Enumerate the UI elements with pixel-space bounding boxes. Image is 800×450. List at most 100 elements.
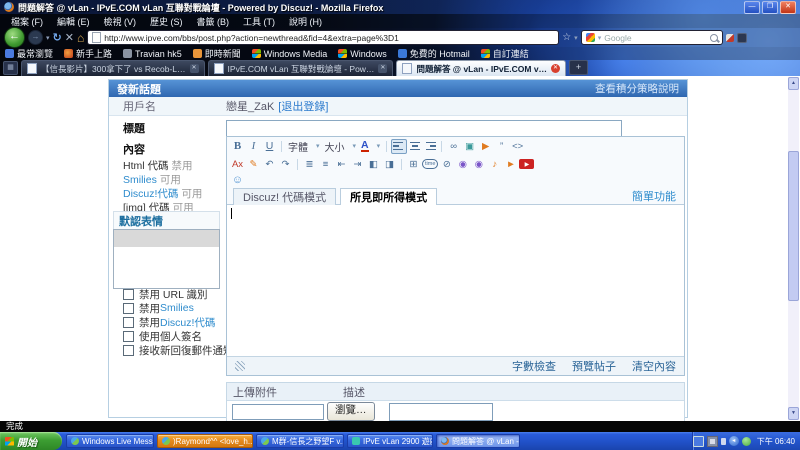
- stop-button[interactable]: ✕: [65, 31, 74, 44]
- ordered-list-icon[interactable]: ≣: [302, 157, 317, 171]
- bookmark-windows-media[interactable]: Windows Media: [252, 49, 328, 59]
- menu-history[interactable]: 歷史 (S): [143, 15, 190, 28]
- float-left-icon[interactable]: ◧: [366, 157, 381, 171]
- insert-flash-icon[interactable]: ▶: [478, 139, 493, 153]
- restore-button[interactable]: ❐: [762, 1, 778, 14]
- tab-2[interactable]: IPvE.COM vLan 互聯對戰論壇 - Pow… ✕: [208, 60, 394, 76]
- checkbox-icon[interactable]: [123, 317, 134, 328]
- resize-grip-icon[interactable]: [235, 361, 245, 371]
- bookmark-getting-started[interactable]: 新手上路: [64, 47, 112, 60]
- unordered-list-icon[interactable]: ≡: [318, 157, 333, 171]
- logout-link[interactable]: [退出登錄]: [278, 98, 328, 114]
- taskbar-button-game[interactable]: IPvE vLan 2900 遊戲...: [347, 434, 433, 448]
- insert-code-icon[interactable]: <>: [510, 139, 525, 153]
- tab-1[interactable]: 【信長影片】300拿下了 vs Recob-L… ✕: [21, 60, 205, 76]
- back-button[interactable]: ←: [4, 27, 25, 48]
- bookmark-custom-links[interactable]: 自訂連結: [481, 47, 529, 60]
- bookmark-news[interactable]: 即時新聞: [193, 47, 241, 60]
- google-logo-icon[interactable]: [586, 33, 595, 42]
- smiley-icon[interactable]: ☺: [230, 173, 245, 187]
- simple-mode-link[interactable]: 簡單功能: [632, 188, 676, 204]
- color-dropdown[interactable]: A▾: [359, 140, 382, 152]
- redo-icon[interactable]: ↷: [278, 157, 293, 171]
- ime-icon[interactable]: [693, 436, 704, 447]
- smilies-category-header[interactable]: 默認表情: [113, 211, 220, 229]
- credits-policy-link[interactable]: 查看積分策略說明: [595, 81, 679, 96]
- no-parse-icon[interactable]: ⊘: [439, 157, 454, 171]
- list-tabs-button[interactable]: ▦: [3, 61, 18, 75]
- device-icon[interactable]: [721, 438, 726, 445]
- taskbar-button-chat-alert[interactable]: )Raymond^^ <love_h...: [157, 434, 253, 448]
- size-dropdown[interactable]: 大小▾: [323, 139, 359, 154]
- scrollbar-thumb[interactable]: [788, 151, 799, 301]
- url-text[interactable]: http://www.ipve.com/bbs/post.php?action=…: [104, 33, 399, 43]
- checkbox-icon[interactable]: [123, 331, 134, 342]
- browse-button[interactable]: 瀏覽…: [327, 402, 375, 421]
- preview-post-link[interactable]: 預覽帖子: [572, 358, 616, 374]
- tab-discuz-code-mode[interactable]: Discuz! 代碼模式: [233, 188, 336, 205]
- menu-file[interactable]: 檔案 (F): [4, 15, 50, 28]
- discuzcode-help-link[interactable]: Discuz!代碼: [123, 188, 178, 200]
- align-right-button[interactable]: [423, 140, 437, 153]
- display-icon[interactable]: [707, 436, 718, 447]
- align-center-button[interactable]: [408, 140, 422, 153]
- bookmark-hotmail[interactable]: 免費的 Hotmail: [398, 47, 470, 60]
- taskbar-button-firefox-active[interactable]: 問題解答 @ vLan - I...: [436, 434, 520, 448]
- search-box[interactable]: ▾ Google: [581, 30, 723, 45]
- smilies-listbox[interactable]: [113, 229, 220, 289]
- insert-quote-icon[interactable]: ”: [494, 139, 509, 153]
- start-button[interactable]: 開始: [0, 432, 62, 450]
- message-textarea[interactable]: [227, 205, 684, 356]
- new-tab-button[interactable]: +: [569, 60, 588, 75]
- menu-view[interactable]: 檢視 (V): [97, 15, 144, 28]
- remove-format-icon[interactable]: Ax: [230, 157, 245, 171]
- taskbar-button-messenger[interactable]: Windows Live Messen...: [66, 434, 154, 448]
- menu-tools[interactable]: 工具 (T): [236, 15, 282, 28]
- insert-video-icon[interactable]: ►: [503, 157, 518, 171]
- bookmark-windows[interactable]: Windows: [338, 49, 387, 59]
- option-disable-url[interactable]: 禁用 URL 識別: [123, 288, 207, 300]
- file-input[interactable]: [232, 404, 324, 420]
- extension-icon[interactable]: [726, 34, 734, 42]
- forward-button[interactable]: →: [28, 30, 43, 45]
- bold-button[interactable]: B: [230, 139, 245, 153]
- scroll-down-button[interactable]: ▼: [788, 407, 799, 420]
- outdent-icon[interactable]: ⇤: [334, 157, 349, 171]
- clear-content-link[interactable]: 清空內容: [632, 358, 676, 374]
- menu-bookmarks[interactable]: 書籤 (B): [190, 15, 237, 28]
- insert-table-icon[interactable]: ⊞: [406, 157, 421, 171]
- insert-audio-icon[interactable]: ♪: [487, 157, 502, 171]
- reload-button[interactable]: ↻: [53, 31, 62, 44]
- url-bar[interactable]: http://www.ipve.com/bbs/post.php?action=…: [87, 30, 559, 45]
- description-input[interactable]: [389, 403, 493, 421]
- option-email-notify[interactable]: 接收新回復郵件通知: [123, 344, 234, 356]
- menu-edit[interactable]: 編輯 (E): [50, 15, 97, 28]
- bookmark-most-visited[interactable]: 最常瀏覽: [5, 47, 53, 60]
- scroll-up-button[interactable]: ▲: [788, 77, 799, 90]
- undo-icon[interactable]: ↶: [262, 157, 277, 171]
- panel-icon[interactable]: [737, 33, 747, 43]
- tab-3-active[interactable]: 問題解答 @ vLan - IPvE.COM v… ✕: [396, 60, 566, 76]
- insert-link-icon[interactable]: ∞: [446, 139, 461, 153]
- insert-time-icon[interactable]: time: [422, 159, 438, 169]
- close-button[interactable]: ✕: [780, 1, 796, 14]
- search-input[interactable]: Google: [604, 33, 706, 43]
- taskbar-button-group-chat[interactable]: M群-信長之野望F v...: [256, 434, 344, 448]
- tab-close-icon[interactable]: ✕: [378, 64, 387, 73]
- paste-word-icon[interactable]: ✎: [246, 157, 261, 171]
- search-icon[interactable]: [710, 34, 718, 42]
- tab-close-icon[interactable]: ✕: [190, 64, 199, 73]
- indent-icon[interactable]: ⇥: [350, 157, 365, 171]
- align-left-button[interactable]: [391, 139, 407, 154]
- option-use-signature[interactable]: 使用個人簽名: [123, 330, 202, 342]
- bookmark-star-icon[interactable]: ☆: [562, 32, 571, 43]
- checkbox-icon[interactable]: [123, 303, 134, 314]
- word-count-link[interactable]: 字數檢查: [512, 358, 556, 374]
- vertical-scrollbar[interactable]: ▲ ▼: [788, 77, 799, 420]
- font-dropdown[interactable]: 字體▾: [286, 139, 322, 154]
- home-button[interactable]: ⌂: [77, 31, 84, 45]
- messenger-status-icon[interactable]: [742, 437, 751, 446]
- subject-input[interactable]: [226, 120, 622, 137]
- smilies-selected-row[interactable]: [114, 230, 219, 247]
- italic-button[interactable]: I: [246, 139, 261, 153]
